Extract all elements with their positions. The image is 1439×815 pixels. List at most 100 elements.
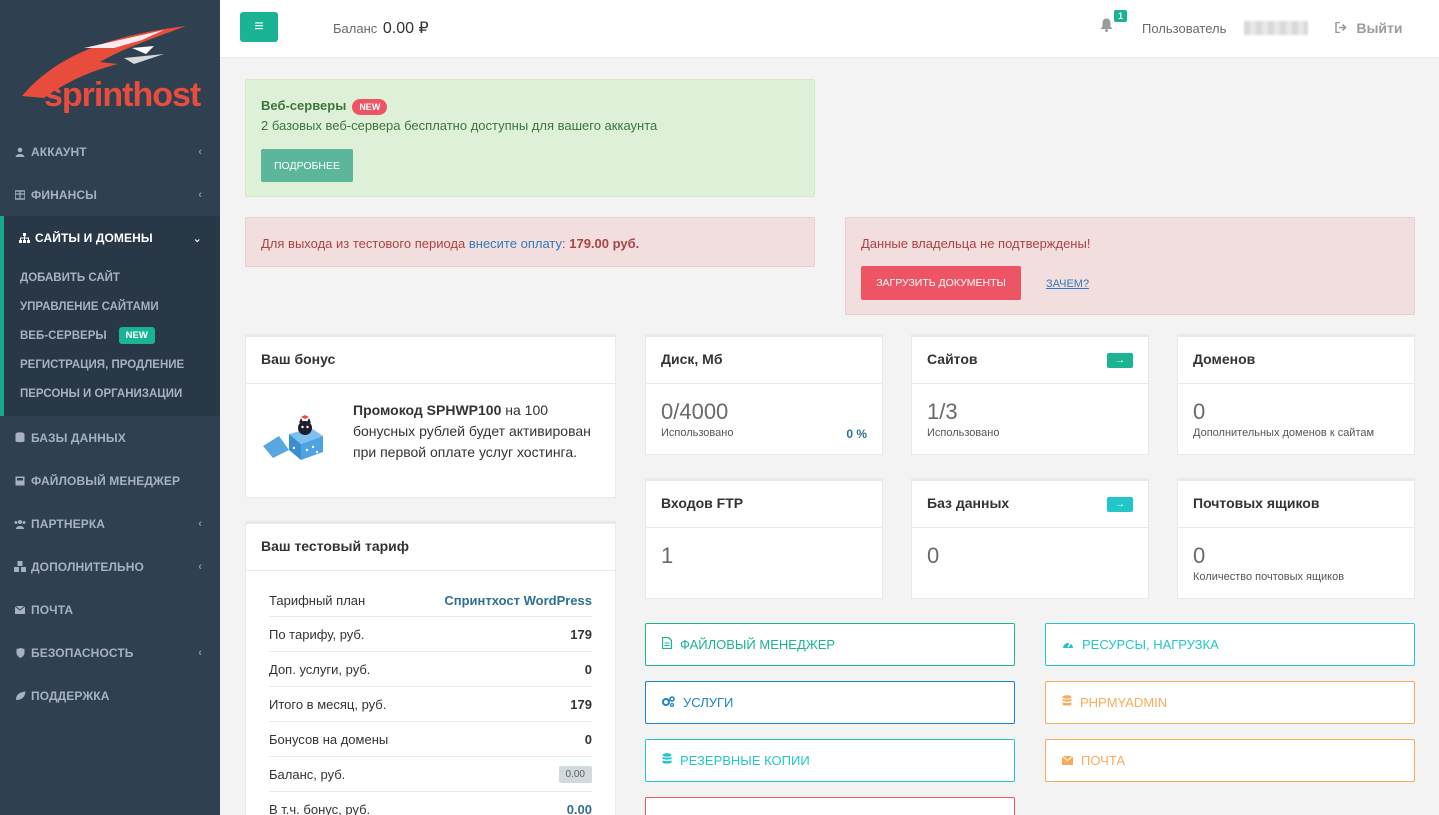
stat-label: Дополнительных доменов к сайтам (1193, 427, 1375, 439)
chevron-down-icon: ⌄ (192, 232, 202, 245)
alert-text: 2 базовых веб-сервера бесплатно доступны… (261, 118, 658, 133)
sidebar-item-file-manager[interactable]: Файловый менеджер (0, 459, 220, 502)
owner-alert: Данные владельца не подтверждены! Загруз… (845, 217, 1415, 315)
stat-value: 1/3 (927, 399, 958, 424)
stat-value: 0/4000 (661, 399, 729, 424)
envelope-icon (1061, 754, 1074, 768)
sprinthost-logo-icon: sprinthost (22, 26, 202, 114)
mail-button[interactable]: Почта (1045, 739, 1415, 782)
file-manager-button[interactable]: Файловый менеджер (645, 623, 1015, 666)
shield-icon (14, 647, 26, 659)
payment-amount: 179.00 руб. (569, 236, 640, 251)
sidebar-item-label: Безопасность (31, 645, 134, 660)
new-badge: NEW (352, 99, 388, 115)
table-row: Итого в месяц, руб. 179 (269, 687, 592, 722)
sidebar-item-partners[interactable]: Партнерка ‹ (0, 502, 220, 545)
table-row: Доп. услуги, руб. 0 (269, 652, 592, 687)
disk-stat-panel: Диск, Мб 0/4000 Использовано 0 % (645, 334, 883, 455)
user-label[interactable]: Пользователь (1142, 21, 1226, 36)
row-value: 0 (584, 661, 592, 677)
sidebar-item-additional[interactable]: Дополнительно ‹ (0, 545, 220, 588)
submenu-item-manage-sites[interactable]: Управление сайтами (4, 292, 220, 321)
cubes-icon (14, 561, 26, 573)
submenu-item-registration[interactable]: Регистрация, продление (4, 350, 220, 379)
user-name-redacted (1244, 21, 1308, 35)
sidebar-item-label: Почта (31, 602, 74, 617)
panel-title: Ваш тестовый тариф (246, 524, 615, 571)
why-link[interactable]: Зачем? (1046, 278, 1089, 290)
sidebar-item-account[interactable]: Аккаунт ‹ (0, 130, 220, 173)
chevron-left-icon: ‹ (198, 517, 202, 530)
db-stat-panel: Баз данных → 0 (911, 478, 1149, 599)
database-icon (1062, 695, 1072, 710)
button-label: Почта (1081, 753, 1126, 768)
phpmyadmin-button[interactable]: phpMyAdmin (1045, 681, 1415, 724)
upload-documents-button[interactable]: Загрузить документы (861, 266, 1021, 300)
button-label: phpMyAdmin (1080, 695, 1168, 710)
stat-value: 0 (1193, 543, 1206, 568)
panel-title: Доменов (1178, 337, 1414, 384)
sidebar-item-label: Базы данных (31, 430, 126, 445)
envelope-icon (14, 604, 26, 616)
menu-toggle-button[interactable]: ≡ (240, 12, 278, 42)
alert-title: Веб-серверы (261, 98, 347, 113)
domains-stat-panel: Доменов 0 Дополнительных доменов к сайта… (1177, 334, 1415, 455)
gift-box-icon (261, 414, 327, 465)
new-badge: NEW (118, 327, 155, 344)
webservers-alert: Веб-серверы NEW 2 базовых веб-сервера бес… (245, 79, 815, 197)
make-payment-link[interactable]: внесите оплату (469, 236, 562, 251)
sites-stat-panel: Сайтов → 1/3 Использовано (911, 334, 1149, 455)
logo-text: sprinthost (44, 76, 201, 114)
tariff-plan-link[interactable]: Спринтхост WordPress (444, 593, 592, 608)
stat-label: Использовано (927, 427, 1000, 439)
submenu-label: Добавить сайт (20, 271, 120, 284)
panel-title: Баз данных (927, 495, 1010, 511)
sidebar-item-sites-domains[interactable]: Сайты и домены ⌄ (0, 216, 220, 260)
row-value: 0 (584, 731, 592, 747)
row-value: 179 (570, 696, 592, 712)
logout-button[interactable]: Выйти (1335, 20, 1402, 36)
table-row: Тарифный план Спринтхост WordPress (269, 585, 592, 617)
payment-alert-text: Для выхода из тестового периода (261, 236, 469, 251)
promo-code: Промокод SPHWP100 (353, 402, 502, 418)
balance-value: 0.00 ₽ (382, 20, 429, 37)
table-row: Баланс, руб. 0.00 (269, 757, 592, 792)
sidebar-item-databases[interactable]: Базы данных (0, 416, 220, 459)
services-button[interactable]: Услуги (645, 681, 1015, 724)
sidebar-item-finance[interactable]: Финансы ‹ (0, 173, 220, 216)
panel-title: Диск, Мб (646, 337, 882, 384)
chevron-left-icon: ‹ (198, 560, 202, 573)
ftp-stat-panel: Входов FTP 1 (645, 478, 883, 599)
logout-label: Выйти (1356, 20, 1403, 36)
row-label: По тарифу, руб. (269, 626, 365, 642)
sidebar-item-label: Файловый менеджер (31, 473, 181, 488)
table-row: В т.ч. бонус, руб. 0.00 (269, 792, 592, 815)
balance-pill: 0.00 (558, 765, 592, 783)
submenu-item-web-servers[interactable]: Веб-серверы NEW (4, 321, 220, 350)
gears-icon (662, 695, 675, 710)
resources-button[interactable]: Ресурсы, нагрузка (1045, 623, 1415, 666)
submenu-label: Веб-серверы (20, 329, 107, 342)
go-databases-button[interactable]: → (1107, 497, 1133, 512)
submenu-item-persons[interactable]: Персоны и организации (4, 379, 220, 408)
payment-alert: Для выхода из тестового периода внесите … (245, 217, 815, 267)
row-label: Тарифный план (269, 593, 366, 608)
stat-value: 0 (1193, 399, 1206, 424)
database-icon (662, 753, 672, 768)
more-button[interactable]: Подробнее (261, 149, 353, 182)
sidebar-item-security[interactable]: Безопасность ‹ (0, 631, 220, 674)
sidebar-item-label: Финансы (31, 187, 97, 202)
backups-button[interactable]: Резервные копии (645, 739, 1015, 782)
sidebar-item-support[interactable]: Поддержка (0, 674, 220, 717)
sidebar-item-mail[interactable]: Почта (0, 588, 220, 631)
top-up-button-partial[interactable] (645, 797, 1015, 815)
sidebar-item-label: Поддержка (31, 688, 110, 703)
sidebar: sprinthost Аккаунт ‹ Финансы ‹ Сайты и д… (0, 0, 220, 815)
go-sites-button[interactable]: → (1107, 353, 1133, 368)
bell-icon[interactable] (1100, 18, 1113, 36)
logo[interactable]: sprinthost (0, 0, 220, 130)
row-label: Итого в месяц, руб. (269, 696, 387, 712)
submenu-item-add-site[interactable]: Добавить сайт (4, 263, 220, 292)
topbar: ≡ Баланс 0.00 ₽ 1 Пользователь Выйти (220, 0, 1439, 58)
stat-label: Количество почтовых ящиков (1193, 571, 1345, 583)
